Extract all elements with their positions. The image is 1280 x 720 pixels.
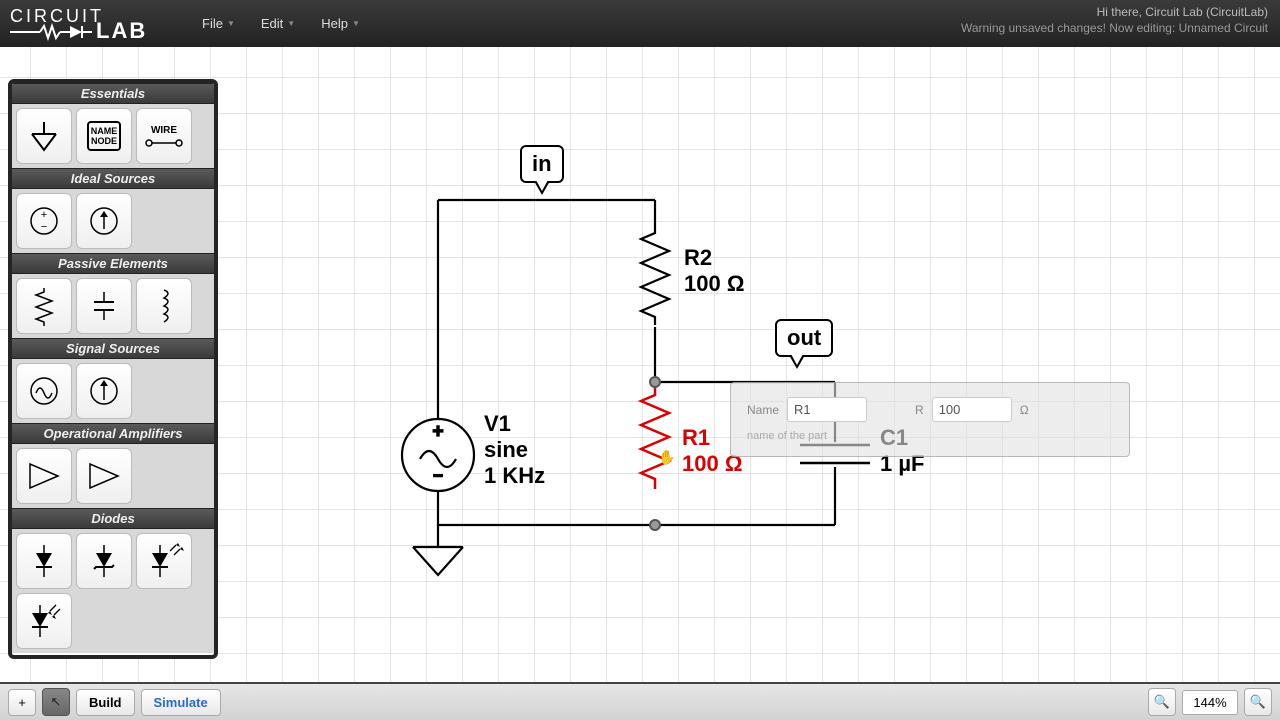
menu-help[interactable]: Help▼ (309, 10, 372, 37)
junction-node[interactable] (649, 376, 661, 388)
section-ideal-sources: Ideal Sources (12, 168, 214, 189)
palette-diode[interactable] (16, 533, 72, 589)
palette-scroll[interactable]: Essentials NAMENODE WIRE Ideal Sources +… (12, 83, 214, 655)
zoom-in-icon: 🔍 (1250, 694, 1266, 709)
palette-photodiode[interactable] (16, 593, 72, 649)
svg-text:−: − (433, 468, 442, 485)
prop-name-label: Name (747, 403, 779, 417)
palette-zener[interactable] (76, 533, 132, 589)
menu-file[interactable]: File▼ (190, 10, 247, 37)
plus-icon: + (18, 695, 26, 710)
zoom-out-icon: 🔍 (1154, 694, 1170, 709)
svg-text:+: + (41, 209, 47, 221)
chevron-down-icon: ▼ (227, 19, 235, 28)
cursor-icon: ↖ (51, 694, 62, 709)
section-passive: Passive Elements (12, 253, 214, 274)
palette-current-source[interactable] (76, 193, 132, 249)
section-essentials: Essentials (12, 83, 214, 104)
svg-text:CIRCUIT: CIRCUIT (10, 6, 104, 26)
palette-inductor[interactable] (136, 278, 192, 334)
palette-opamp[interactable] (16, 448, 72, 504)
greeting-text: Hi there, Circuit Lab (CircuitLab) (961, 4, 1268, 20)
main-area: + − in out R2100 Ω R1100 Ω C11 µF V1sine… (0, 47, 1280, 682)
palette-led[interactable] (136, 533, 192, 589)
junction-node[interactable] (649, 519, 661, 531)
v1-label[interactable]: V1sine1 KHz (484, 411, 545, 489)
node-label-out[interactable]: out (775, 319, 833, 357)
build-button[interactable]: Build (76, 689, 135, 716)
palette-opamp-2[interactable] (76, 448, 132, 504)
prop-hint: name of the part (747, 430, 1113, 442)
palette-wire[interactable]: WIRE (136, 108, 192, 164)
menu-edit[interactable]: Edit▼ (249, 10, 307, 37)
prop-r-input[interactable] (932, 397, 1012, 422)
section-diodes: Diodes (12, 508, 214, 529)
palette-voltage-source[interactable]: +− (16, 193, 72, 249)
chevron-down-icon: ▼ (287, 19, 295, 28)
top-menubar: CIRCUIT LAB File▼ Edit▼ Help▼ Hi there, … (0, 0, 1280, 47)
palette-resistor[interactable] (16, 278, 72, 334)
palette-name-node[interactable]: NAMENODE (76, 108, 132, 164)
node-label-in[interactable]: in (520, 145, 564, 183)
palette-capacitor[interactable] (76, 278, 132, 334)
palette-ac-voltage[interactable] (16, 363, 72, 419)
prop-name-input[interactable] (787, 397, 867, 422)
svg-text:+: + (433, 421, 444, 441)
svg-text:−: − (41, 221, 47, 233)
add-button[interactable]: + (8, 689, 36, 716)
palette-ac-current[interactable] (76, 363, 132, 419)
component-palette: Essentials NAMENODE WIRE Ideal Sources +… (8, 79, 218, 659)
header-info: Hi there, Circuit Lab (CircuitLab) Warni… (961, 4, 1268, 36)
prop-r-label: R (915, 403, 924, 417)
chevron-down-icon: ▼ (352, 19, 360, 28)
palette-ground[interactable] (16, 108, 72, 164)
r2-label[interactable]: R2100 Ω (684, 245, 744, 297)
zoom-out-button[interactable]: 🔍 (1148, 688, 1176, 716)
cursor-button[interactable]: ↖ (42, 688, 70, 716)
section-opamps: Operational Amplifiers (12, 423, 214, 444)
warning-text: Warning unsaved changes! Now editing: Un… (961, 20, 1268, 36)
logo: CIRCUIT LAB (10, 6, 166, 42)
bottom-toolbar: + ↖ Build Simulate 🔍 144% 🔍 (0, 682, 1280, 720)
property-popup[interactable]: Name R Ω name of the part (730, 382, 1130, 457)
zoom-in-button[interactable]: 🔍 (1244, 688, 1272, 716)
prop-r-unit: Ω (1020, 403, 1029, 417)
menu-list: File▼ Edit▼ Help▼ (190, 10, 372, 37)
svg-text:LAB: LAB (96, 18, 147, 42)
zoom-display[interactable]: 144% (1182, 690, 1238, 715)
section-signal-sources: Signal Sources (12, 338, 214, 359)
simulate-button[interactable]: Simulate (141, 689, 221, 716)
